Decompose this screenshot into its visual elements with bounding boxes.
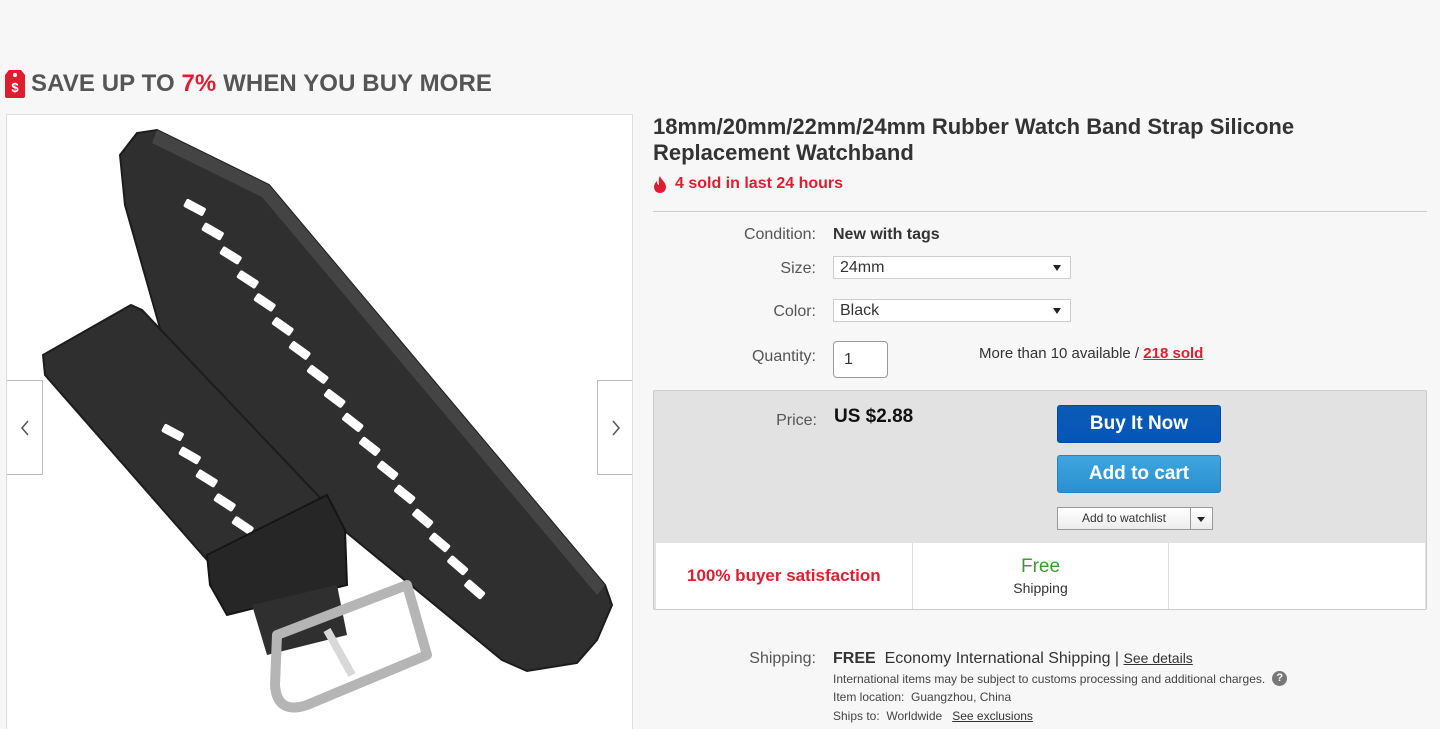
shipping-separator: |: [1110, 650, 1124, 667]
availability-text: More than 10 available / 218 sold: [979, 345, 1203, 362]
sold-count-link[interactable]: 218 sold: [1143, 345, 1203, 362]
fire-icon: [654, 175, 666, 193]
previous-image-button[interactable]: [7, 380, 43, 475]
item-location: Item location: Guangzhou, China: [833, 690, 1011, 704]
quantity-input[interactable]: [833, 341, 888, 378]
size-label: Size:: [780, 260, 816, 277]
ships-to-label: Ships to:: [833, 709, 880, 723]
help-icon[interactable]: ?: [1272, 671, 1288, 686]
free-text: Free: [1020, 556, 1061, 577]
product-image-panel: [6, 114, 633, 729]
customs-note: International items may be subject to cu…: [833, 671, 1288, 686]
condition-label: Condition:: [743, 226, 816, 243]
availability-count: More than 10 available /: [979, 345, 1144, 362]
size-select[interactable]: 24mm: [833, 256, 1071, 279]
volume-discount-banner: $ SAVE UP TO 7% WHEN YOU BUY MORE: [5, 68, 492, 100]
see-details-link[interactable]: See details: [1124, 650, 1193, 666]
recent-sales-text: 4 sold in last 24 hours: [675, 175, 844, 192]
condition-value: New with tags: [833, 226, 940, 243]
title-divider: [653, 211, 1427, 212]
color-select[interactable]: Black: [833, 299, 1071, 322]
promo-percent: 7%: [181, 70, 217, 97]
add-to-watchlist-button[interactable]: Add to watchlist: [1057, 507, 1191, 530]
size-select-value: 24mm: [840, 259, 885, 276]
quantity-label: Quantity:: [751, 348, 816, 365]
ships-to-value: Worldwide: [886, 709, 943, 723]
promo-suffix: WHEN YOU BUY MORE: [216, 70, 492, 97]
color-select-value: Black: [840, 302, 880, 319]
shipping-label: Shipping:: [749, 650, 816, 667]
product-title: 18mm/20mm/22mm/24mm Rubber Watch Band St…: [653, 114, 1295, 165]
shipping-free: FREE: [833, 650, 876, 667]
buy-it-now-button[interactable]: Buy It Now: [1057, 405, 1221, 443]
next-image-button[interactable]: [597, 380, 632, 475]
price-value: US $2.88: [834, 406, 914, 427]
price-tag-icon: $: [5, 70, 25, 98]
satisfaction-text: 100% buyer satisfaction: [686, 566, 881, 585]
shipping-method: Economy International Shipping: [884, 650, 1111, 667]
product-image[interactable]: [7, 115, 633, 729]
empty-badge: [1169, 543, 1425, 609]
add-to-cart-button[interactable]: Add to cart: [1057, 455, 1221, 493]
watchlist-dropdown-button[interactable]: [1191, 507, 1213, 530]
satisfaction-badge: 100% buyer satisfaction: [656, 543, 913, 609]
item-location-label: Item location:: [833, 690, 905, 704]
recent-sales-indicator: 4 sold in last 24 hours: [653, 175, 843, 193]
item-location-value: Guangzhou, China: [911, 690, 1012, 704]
shipping-summary: FREE Economy International Shipping | Se…: [833, 650, 1193, 668]
customs-note-text: International items may be subject to cu…: [833, 671, 1266, 686]
promo-prefix: SAVE UP TO: [31, 70, 182, 97]
seller-badges: 100% buyer satisfaction Free Shipping: [656, 543, 1425, 609]
buy-box: Price: US $2.88 Buy It Now Add to cart A…: [653, 390, 1427, 610]
svg-text:$: $: [11, 80, 19, 95]
ships-to: Ships to: Worldwide See exclusions: [833, 709, 1033, 723]
see-exclusions-link[interactable]: See exclusions: [952, 709, 1033, 723]
promo-text: SAVE UP TO 7% WHEN YOU BUY MORE: [31, 70, 492, 98]
chevron-left-icon: [20, 420, 29, 435]
color-label: Color:: [773, 303, 816, 320]
price-label: Price:: [776, 412, 817, 429]
shipping-text: Shipping: [1013, 580, 1068, 596]
dropdown-arrow-icon: [1053, 308, 1061, 314]
chevron-right-icon: [611, 420, 620, 435]
dropdown-arrow-icon: [1053, 265, 1061, 271]
free-shipping-badge: Free Shipping: [913, 543, 1170, 609]
